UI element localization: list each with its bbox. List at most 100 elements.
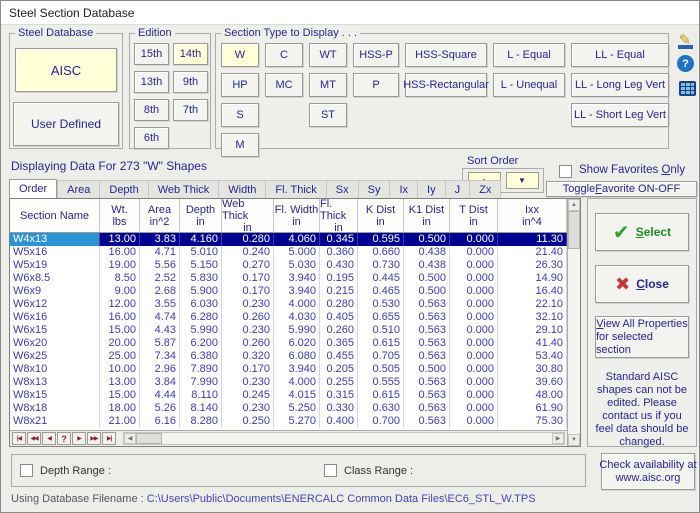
section-type-ll-short-leg-vert-button[interactable]: LL - Short Leg Vert (571, 103, 669, 127)
table-row[interactable]: W6x1616.004.746.2800.2604.0300.4050.6550… (10, 311, 567, 324)
section-type-mt-button[interactable]: MT (309, 73, 347, 97)
horizontal-scrollbar-thumb[interactable] (136, 433, 162, 444)
horizontal-scrollbar-track[interactable] (162, 433, 552, 444)
value-cell: 2.68 (140, 285, 180, 298)
vertical-scrollbar-thumb[interactable] (568, 211, 580, 249)
edition-9th-button[interactable]: 9th (173, 71, 208, 93)
edition-7th-button[interactable]: 7th (173, 99, 208, 121)
table-row[interactable]: W4x1313.003.834.1600.2804.0600.3450.5950… (10, 233, 567, 246)
select-button[interactable]: ✔ Select (595, 213, 689, 251)
depth-range-checkbox[interactable] (20, 464, 33, 477)
edit-pencil-icon[interactable]: ✎ (675, 31, 695, 51)
nav-next-button[interactable]: ▶ (72, 432, 86, 445)
table-row[interactable]: W6x99.002.685.9000.1703.9400.2150.4650.5… (10, 285, 567, 298)
tab-sx[interactable]: Sx (326, 180, 358, 198)
scroll-down-icon[interactable]: ▼ (568, 434, 580, 446)
scroll-up-icon[interactable]: ▲ (568, 199, 580, 211)
aisc-note-text: Standard AISC shapes can not be edited. … (592, 371, 692, 449)
tab-sy[interactable]: Sy (358, 180, 390, 198)
vertical-scrollbar[interactable]: ▲ ▼ (567, 199, 580, 446)
help-icon[interactable]: ? (677, 55, 694, 72)
scroll-left-icon[interactable]: ◀ (124, 433, 136, 444)
nav-help-button[interactable]: ? (57, 432, 71, 445)
value-cell: 16.00 (100, 311, 140, 324)
edition-14th-button[interactable]: 14th (173, 43, 208, 65)
edition-8th-button[interactable]: 8th (134, 99, 169, 121)
grid-icon[interactable] (677, 78, 697, 98)
nav-last-button[interactable]: ▶| (102, 432, 116, 445)
user-defined-button[interactable]: User Defined (13, 102, 119, 146)
section-type-p-button[interactable]: P (353, 73, 399, 97)
value-cell: 0.000 (450, 337, 498, 350)
section-type-ll-long-leg-vert-button[interactable]: LL - Long Leg Vert (571, 73, 669, 97)
tab-ix[interactable]: Ix (389, 180, 417, 198)
table-row[interactable]: W8x1515.004.448.1100.2454.0150.3150.6150… (10, 389, 567, 402)
table-header: Section NameWt.lbsAreain^2DepthinWeb Thi… (10, 199, 567, 233)
tab-area[interactable]: Area (57, 180, 99, 198)
value-cell: 0.260 (222, 337, 274, 350)
section-type-ll-equal-button[interactable]: LL - Equal (571, 43, 669, 67)
tab-width[interactable]: Width (218, 180, 265, 198)
table-row[interactable]: W8x1313.003.847.9900.2304.0000.2550.5550… (10, 376, 567, 389)
value-cell: 5.250 (274, 402, 320, 415)
table-row[interactable]: W8x1818.005.268.1400.2305.2500.3300.6300… (10, 402, 567, 415)
section-type-hp-button[interactable]: HP (221, 73, 259, 97)
aisc-button[interactable]: AISC (15, 48, 117, 92)
section-type-st-button[interactable]: ST (309, 103, 347, 127)
value-cell: 16.40 (498, 285, 567, 298)
table-row[interactable]: W5x1616.004.715.0100.2405.0000.3600.6600… (10, 246, 567, 259)
table-row[interactable]: W5x1919.005.565.1500.2705.0300.4300.7300… (10, 259, 567, 272)
nav-fast-back-button[interactable]: ◀◀ (27, 432, 41, 445)
table-row[interactable]: W6x1515.004.435.9900.2305.9900.2600.5100… (10, 324, 567, 337)
table-row[interactable]: W6x1212.003.556.0300.2304.0000.2800.5300… (10, 298, 567, 311)
sort-descending-button[interactable]: ▼ (506, 172, 539, 189)
section-type-l-unequal-button[interactable]: L - Unequal (493, 73, 565, 97)
class-range-checkbox[interactable] (324, 464, 337, 477)
view-all-properties-button[interactable]: View All Properties for selected section (595, 316, 689, 358)
check-availability-button[interactable]: Check availability at www.aisc.org (601, 453, 695, 490)
table-row[interactable]: W8x2121.006.168.2800.2505.2700.4000.7000… (10, 415, 567, 428)
section-type-hss-square-button[interactable]: HSS-Square (405, 43, 487, 67)
value-cell: 0.195 (320, 272, 358, 285)
section-type-w-button[interactable]: W (221, 43, 259, 67)
table-row[interactable]: W6x2525.007.346.3800.3206.0800.4550.7050… (10, 350, 567, 363)
horizontal-scrollbar[interactable]: ◀ ▶ (123, 432, 565, 445)
tab-iy[interactable]: Iy (417, 180, 445, 198)
toggle-favorite-button[interactable]: Toggle Favorite ON-OFF (546, 181, 697, 197)
section-type-m-button[interactable]: M (221, 133, 259, 157)
table-row[interactable]: W6x2020.005.876.2000.2606.0200.3650.6150… (10, 337, 567, 350)
nav-prev-button[interactable]: ◀ (42, 432, 56, 445)
tab-depth[interactable]: Depth (99, 180, 147, 198)
tab-j[interactable]: J (445, 180, 470, 198)
section-type-c-button[interactable]: C (265, 43, 303, 67)
nav-fast-forward-button[interactable]: ▶▶ (87, 432, 101, 445)
value-cell: 0.500 (404, 233, 450, 246)
value-cell: 0.445 (358, 272, 404, 285)
close-button[interactable]: ✖ Close (595, 265, 689, 303)
tab-fl-thick[interactable]: Fl. Thick (265, 180, 325, 198)
scroll-right-icon[interactable]: ▶ (552, 433, 564, 444)
nav-first-button[interactable]: |◀ (12, 432, 26, 445)
section-type-hss-p-button[interactable]: HSS-P (353, 43, 399, 67)
value-cell: 0.000 (450, 298, 498, 311)
section-type-hss-rectangular-button[interactable]: HSS-Rectangular (405, 73, 487, 97)
vcr-buttons: |◀◀◀◀?▶▶▶▶| (12, 432, 117, 445)
value-cell: 0.400 (320, 415, 358, 428)
show-favorites-checkbox[interactable] (559, 165, 572, 178)
edition-6th-button[interactable]: 6th (134, 127, 169, 149)
vertical-scrollbar-track[interactable] (568, 249, 580, 434)
tab-web-thick[interactable]: Web Thick (148, 180, 219, 198)
section-type-mc-button[interactable]: MC (265, 73, 303, 97)
range-filter-group: Depth Range : Class Range : (11, 454, 586, 487)
edition-15th-button[interactable]: 15th (134, 43, 169, 65)
section-type-wt-button[interactable]: WT (309, 43, 347, 67)
database-filename: C:\Users\Public\Documents\ENERCALC Commo… (147, 493, 536, 505)
section-type-l-equal-button[interactable]: L - Equal (493, 43, 565, 67)
tab-zx[interactable]: Zx (469, 180, 501, 198)
edition-13th-button[interactable]: 13th (134, 71, 169, 93)
tab-order[interactable]: Order (9, 179, 57, 198)
table-row[interactable]: W6x8.58.502.525.8300.1703.9400.1950.4450… (10, 272, 567, 285)
table-row[interactable]: W8x1010.002.967.8900.1703.9400.2050.5050… (10, 363, 567, 376)
section-type-s-button[interactable]: S (221, 103, 259, 127)
column-header-section-name: Section Name (10, 199, 100, 232)
